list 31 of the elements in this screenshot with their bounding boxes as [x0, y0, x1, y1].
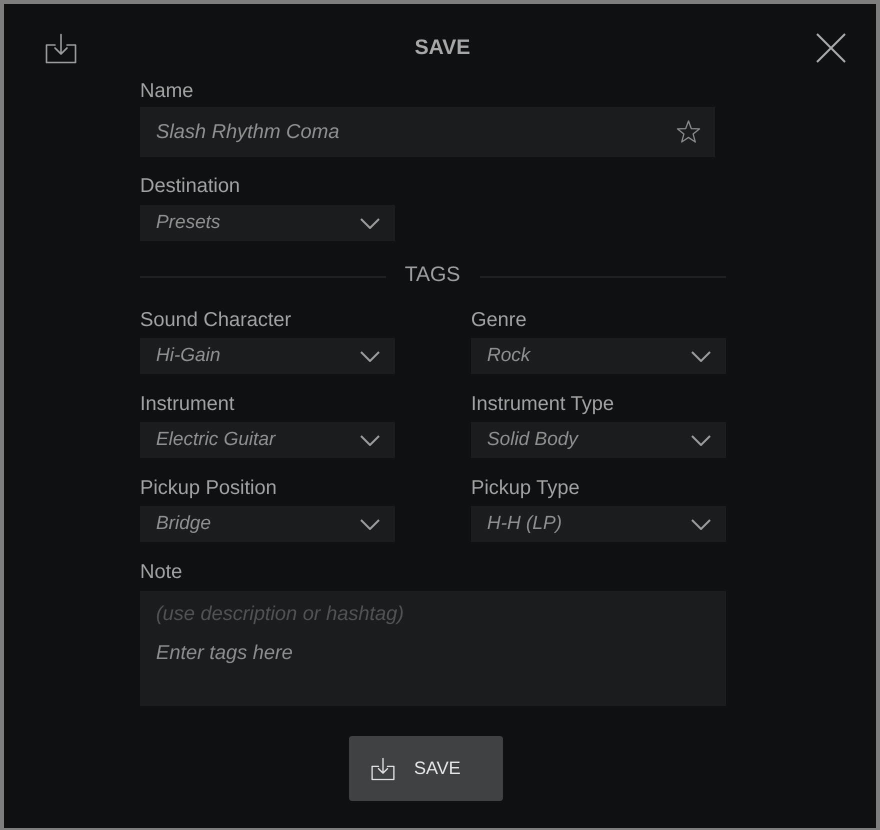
- chevron-down-icon: [360, 518, 380, 530]
- dropdown[interactable]: H-H (LP): [471, 506, 726, 542]
- chevron-down-icon: [691, 350, 711, 362]
- chevron-down-icon: [360, 350, 380, 362]
- dropdown[interactable]: Rock: [471, 338, 726, 374]
- field-label: Destination: [140, 174, 240, 198]
- chevron-down-icon: [691, 434, 711, 446]
- field-label: Pickup Position: [140, 476, 277, 500]
- dropdown[interactable]: Electric Guitar: [140, 422, 395, 458]
- field-label: Note: [140, 560, 182, 584]
- close-icon[interactable]: [816, 33, 846, 63]
- field-label: Genre: [471, 308, 527, 332]
- field-label: Instrument Type: [471, 392, 614, 416]
- star-icon[interactable]: [676, 120, 701, 144]
- field-label: Sound Character: [140, 308, 292, 332]
- download-icon: [371, 756, 395, 780]
- chevron-down-icon: [691, 518, 711, 530]
- save-button[interactable]: SAVE: [349, 736, 503, 801]
- dialog-title: SAVE: [414, 36, 470, 60]
- field-label: Pickup Type: [471, 476, 580, 500]
- chevron-down-icon: [360, 434, 380, 446]
- name-field[interactable]: Slash Rhythm Coma: [140, 107, 715, 157]
- chevron-down-icon: [360, 218, 380, 228]
- download-icon[interactable]: [45, 32, 77, 64]
- dropdown[interactable]: Bridge: [140, 506, 395, 542]
- field-label: Instrument: [140, 392, 234, 416]
- section-heading: TAGS: [404, 263, 462, 287]
- field-label: Name: [140, 79, 194, 103]
- dropdown[interactable]: Presets: [140, 205, 395, 241]
- dropdown[interactable]: Solid Body: [471, 422, 726, 458]
- dropdown[interactable]: Hi-Gain: [140, 338, 395, 374]
